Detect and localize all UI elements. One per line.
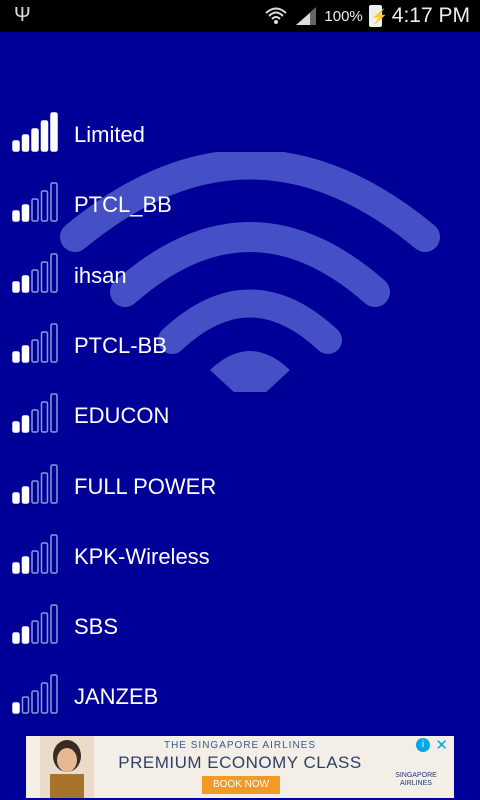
usb-icon: Ψ [14, 4, 31, 26]
network-row[interactable]: FULL POWER [0, 454, 480, 524]
network-name: JANZEB [74, 684, 159, 710]
network-name: ihsan [74, 262, 127, 288]
network-name: PTCL-BB [74, 332, 167, 358]
wifi-status-icon [265, 7, 288, 24]
signal-strength-icon [12, 463, 58, 504]
signal-strength-icon [12, 252, 58, 293]
status-time: 4:17 PM [391, 4, 470, 27]
ad-book-now-button[interactable]: BOOK NOW [202, 776, 280, 794]
status-bar: Ψ 100% ⚡ 4:17 PM [0, 0, 480, 32]
network-row[interactable]: KPK-Wireless [0, 524, 480, 594]
ad-line-2: PREMIUM ECONOMY CLASS [118, 753, 362, 772]
ad-brand-logo: SINGAPORE AIRLINES [395, 772, 437, 787]
ad-info-icon[interactable]: i [416, 738, 430, 752]
network-name: KPK-Wireless [74, 543, 210, 569]
network-row[interactable]: JANZEB [0, 664, 480, 734]
network-row[interactable]: PTCL_BB [0, 172, 480, 242]
network-name: EDUCON [74, 403, 170, 429]
network-name: Limited [74, 122, 145, 147]
signal-strength-icon [12, 534, 58, 574]
ad-close-icon[interactable]: ✕ [435, 736, 448, 754]
network-name: SBS [74, 614, 119, 640]
battery-percent: 100% [324, 7, 363, 25]
network-name: PTCL_BB [74, 192, 172, 218]
signal-strength-icon [12, 323, 58, 363]
network-row[interactable]: Limited [0, 102, 480, 172]
network-name: FULL POWER [74, 473, 217, 499]
network-row[interactable]: EDUCON [0, 383, 480, 453]
ad-line-1: THE SINGAPORE AIRLINES [163, 740, 317, 751]
network-row[interactable]: PTCL-BB [0, 313, 480, 383]
network-row[interactable]: ihsan [0, 243, 480, 313]
signal-strength-icon [12, 182, 58, 223]
banner-ad[interactable]: THE SINGAPORE AIRLINES PREMIUM ECONOMY C… [26, 736, 454, 798]
status-icons: 100% ⚡ 4:17 PM [264, 0, 470, 32]
signal-strength-icon [12, 393, 58, 433]
cell-signal-icon [296, 7, 317, 25]
wifi-list-screen: Limited PTCL_BBihsan PTCL-BB EDUCON FULL POW… [0, 32, 480, 736]
battery-charging-icon: ⚡ [368, 5, 388, 27]
signal-strength-icon [12, 674, 58, 715]
network-row[interactable]: SBS [0, 594, 480, 664]
signal-strength-icon [12, 112, 58, 152]
signal-strength-icon [12, 604, 58, 644]
